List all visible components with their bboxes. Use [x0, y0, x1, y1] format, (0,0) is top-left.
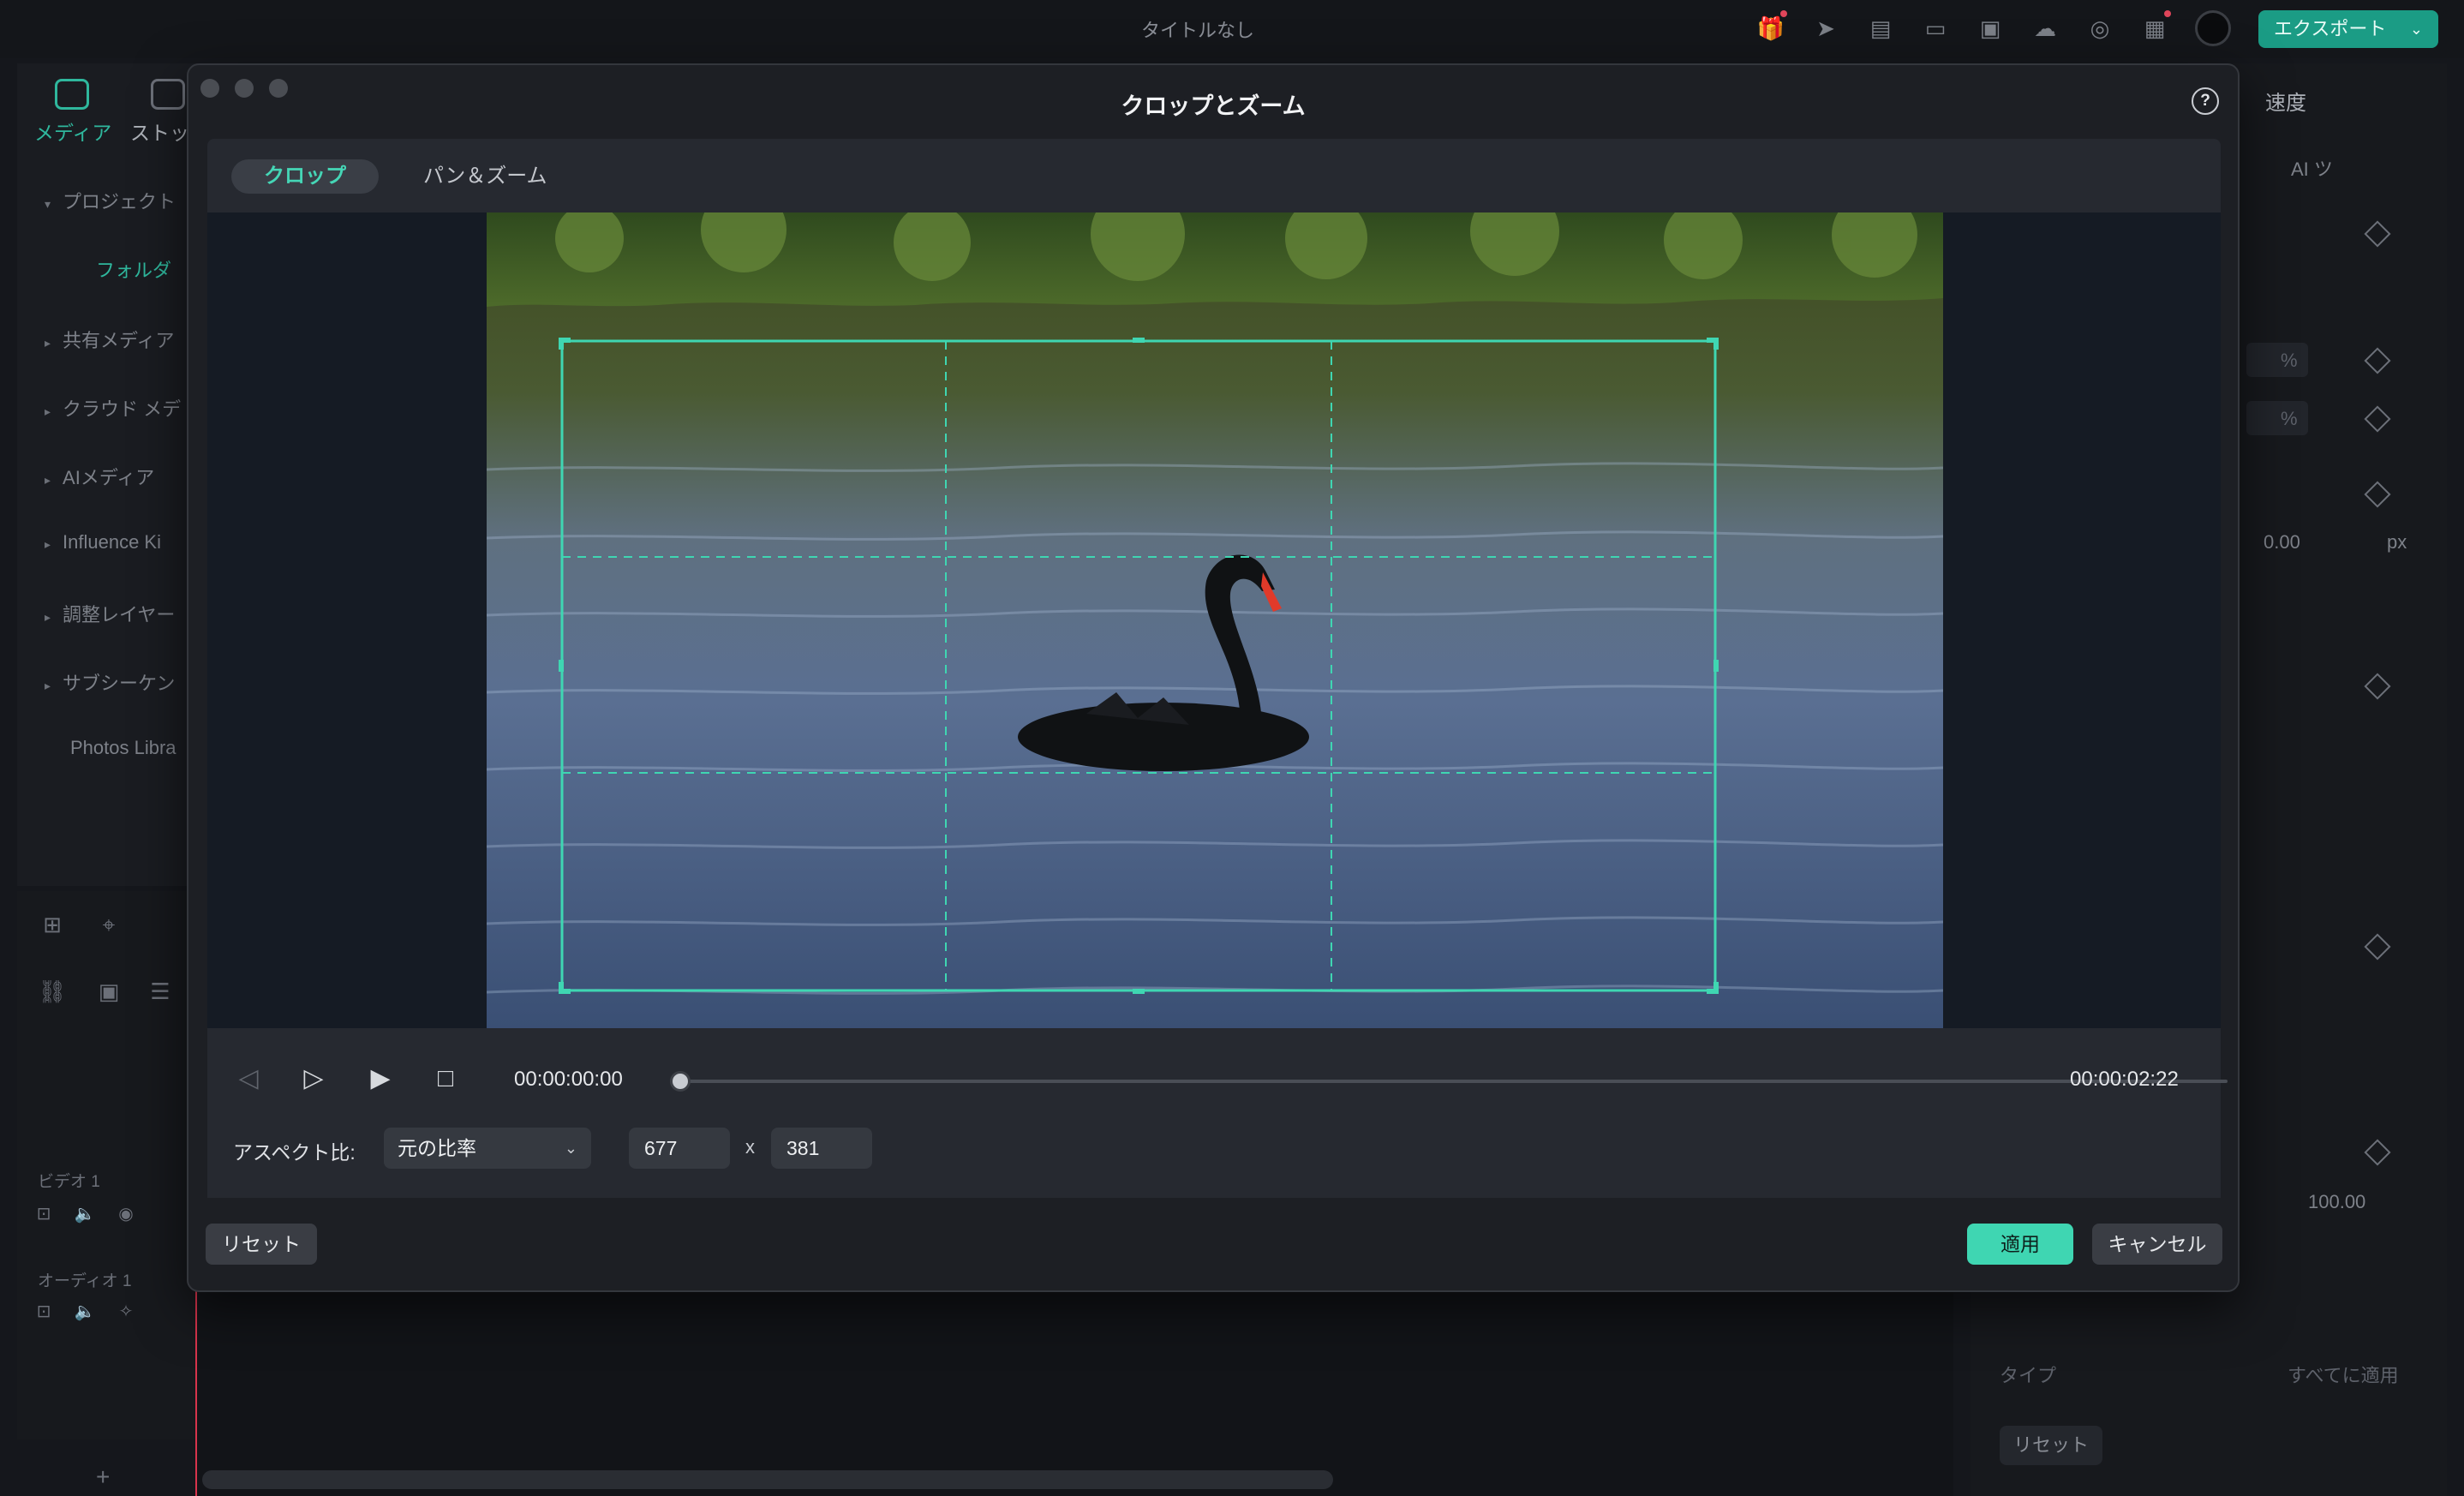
chevron-right-icon: ▸ [45, 679, 51, 692]
dimension-separator: x [745, 1136, 755, 1158]
total-time: 00:00:02:22 [2070, 1068, 2179, 1091]
apps-grid-icon[interactable]: ▦ [2140, 14, 2169, 43]
avatar[interactable] [2195, 10, 2231, 46]
timeline-playhead[interactable] [195, 1285, 197, 1496]
lock-icon[interactable]: ⊡ [29, 1200, 58, 1229]
sidebar-item-photos-library[interactable]: Photos Libra [70, 737, 176, 759]
reset-button[interactable]: リセット [206, 1224, 317, 1265]
aspect-ratio-label: アスペクト比: [233, 1141, 356, 1164]
sidebar-item-shared-media[interactable]: ▸ 共有メディア [45, 326, 175, 353]
dialog-content: クロップ パン＆ズーム [207, 139, 2221, 1198]
current-time: 00:00:00:00 [514, 1068, 623, 1091]
speaker-icon[interactable]: 🔈 [70, 1297, 99, 1326]
sidebar-item-ai-media[interactable]: ▸ AIメディア [45, 463, 154, 490]
sidebar-item-subsequence[interactable]: ▸ サブシーケン [45, 668, 175, 696]
send-icon[interactable]: ➤ [1811, 14, 1840, 43]
dialog-title: クロップとズーム [1121, 93, 1306, 119]
chevron-down-icon: ⌄ [564, 1140, 577, 1157]
chevron-right-icon: ▸ [45, 404, 51, 418]
app-titlebar: タイトルなし 🎁 ➤ ▤ ▭ ▣ ☁ ◎ ▦ エクスポート ⌄ [0, 0, 2464, 58]
track-label-audio: オーディオ 1 [38, 1272, 132, 1290]
chevron-right-icon: ▸ [45, 610, 51, 624]
save-icon[interactable]: ▣ [1976, 14, 2005, 43]
crop-height-input[interactable]: 381 [771, 1128, 872, 1169]
template-icon[interactable]: ▤ [1866, 14, 1895, 43]
effect-icon[interactable]: ✧ [111, 1297, 141, 1326]
apply-all-button[interactable]: すべてに適用 [2288, 1361, 2399, 1388]
tab-speed[interactable]: 速度 [2265, 86, 2306, 116]
add-track-icon[interactable]: + [96, 1463, 110, 1491]
crop-zoom-dialog: クロップとズーム ? クロップ パン＆ズーム ◁ ▷ ▶ □ 00:00:00:… [187, 63, 2240, 1292]
select-tool-icon[interactable]: ⌖ [94, 910, 123, 939]
speaker-icon[interactable]: 🔈 [70, 1200, 99, 1229]
headset-icon[interactable]: ◎ [2085, 14, 2114, 43]
chevron-down-icon: ⌄ [2409, 21, 2423, 38]
chevron-down-icon: ▾ [45, 197, 51, 211]
chevron-right-icon: ▸ [45, 537, 51, 551]
track-label-video: ビデオ 1 [38, 1173, 100, 1191]
link-icon[interactable]: ⛓ [38, 977, 67, 1006]
video-frame-image [487, 212, 1943, 1028]
chevron-right-icon: ▸ [45, 336, 51, 350]
export-label: エクスポート [2274, 18, 2387, 39]
cloud-upload-icon[interactable]: ☁ [2030, 14, 2060, 43]
apply-button[interactable]: 適用 [1967, 1224, 2073, 1265]
timeline-scrollbar[interactable] [202, 1470, 1333, 1489]
stop-icon[interactable]: □ [428, 1064, 463, 1093]
layout-icon[interactable]: ▭ [1921, 14, 1950, 43]
sidebar-item-adjustment-layer[interactable]: ▸ 調整レイヤー [45, 600, 175, 627]
group-icon[interactable]: ▣ [94, 977, 123, 1006]
eye-icon[interactable]: ◉ [111, 1200, 141, 1229]
media-panel: メディア ストッ ▾ プロジェクト フォルダ ▸ 共有メディア ▸ クラウド メデ ▸… [17, 63, 202, 886]
media-icon[interactable] [55, 79, 89, 110]
unit-px: px [2387, 531, 2407, 553]
play-icon[interactable]: ▶ [363, 1064, 398, 1093]
scrubber-track[interactable] [680, 1080, 2228, 1083]
chevron-right-icon: ▸ [45, 473, 51, 487]
scale-y-field[interactable]: % [2246, 401, 2308, 435]
gift-icon[interactable]: 🎁 [1756, 14, 1785, 43]
tab-media[interactable]: メディア [34, 117, 111, 146]
aspect-ratio-select[interactable]: 元の比率 ⌄ [384, 1128, 591, 1169]
sidebar-item-project[interactable]: ▾ プロジェクト [45, 187, 176, 214]
lock-icon[interactable]: ⊡ [29, 1297, 58, 1326]
aspect-ratio-value: 元の比率 [398, 1137, 476, 1159]
timeline[interactable] [197, 1285, 1953, 1496]
layers-icon[interactable]: ☰ [146, 977, 175, 1006]
timeline-tools: ⊞ ⌖ ⛓ ▣ ☰ ビデオ 1 ⊡ 🔈 ◉ オーディオ 1 ⊡ 🔈 ✧ [17, 891, 202, 1439]
tab-crop[interactable]: クロップ [231, 159, 379, 194]
sidebar-item-cloud-media[interactable]: ▸ クラウド メデ [45, 394, 181, 422]
crop-width-input[interactable]: 677 [629, 1128, 730, 1169]
store-icon[interactable] [151, 79, 185, 110]
cancel-button[interactable]: キャンセル [2092, 1224, 2222, 1265]
sidebar-item-folder[interactable]: フォルダ [96, 255, 171, 283]
playback-controls [207, 1028, 2221, 1198]
video-preview [487, 212, 1943, 1028]
scale-x-field[interactable]: % [2246, 343, 2308, 377]
dialog-tabs: クロップ パン＆ズーム [207, 139, 2221, 212]
preview-area [207, 212, 2221, 1028]
tab-pan-zoom[interactable]: パン＆ズーム [391, 159, 579, 194]
properties-reset-button[interactable]: リセット [2000, 1426, 2102, 1465]
scrubber-knob[interactable] [670, 1071, 691, 1092]
tab-stock[interactable]: ストッ [130, 117, 189, 146]
export-button[interactable]: エクスポート ⌄ [2258, 10, 2438, 48]
type-label: タイプ [2000, 1365, 2057, 1386]
next-frame-icon[interactable]: ▷ [296, 1064, 331, 1093]
position-value[interactable]: 0.00 [2264, 531, 2300, 554]
sidebar-item-influence-kit[interactable]: ▸ Influence Ki [45, 531, 161, 554]
opacity-value[interactable]: 100.00 [2308, 1191, 2365, 1213]
prev-frame-icon[interactable]: ◁ [231, 1064, 266, 1093]
help-circle-icon[interactable]: ? [2192, 87, 2219, 115]
grid-icon[interactable]: ⊞ [38, 910, 67, 939]
ai-tools-tab[interactable]: AI ツ [2291, 154, 2333, 182]
